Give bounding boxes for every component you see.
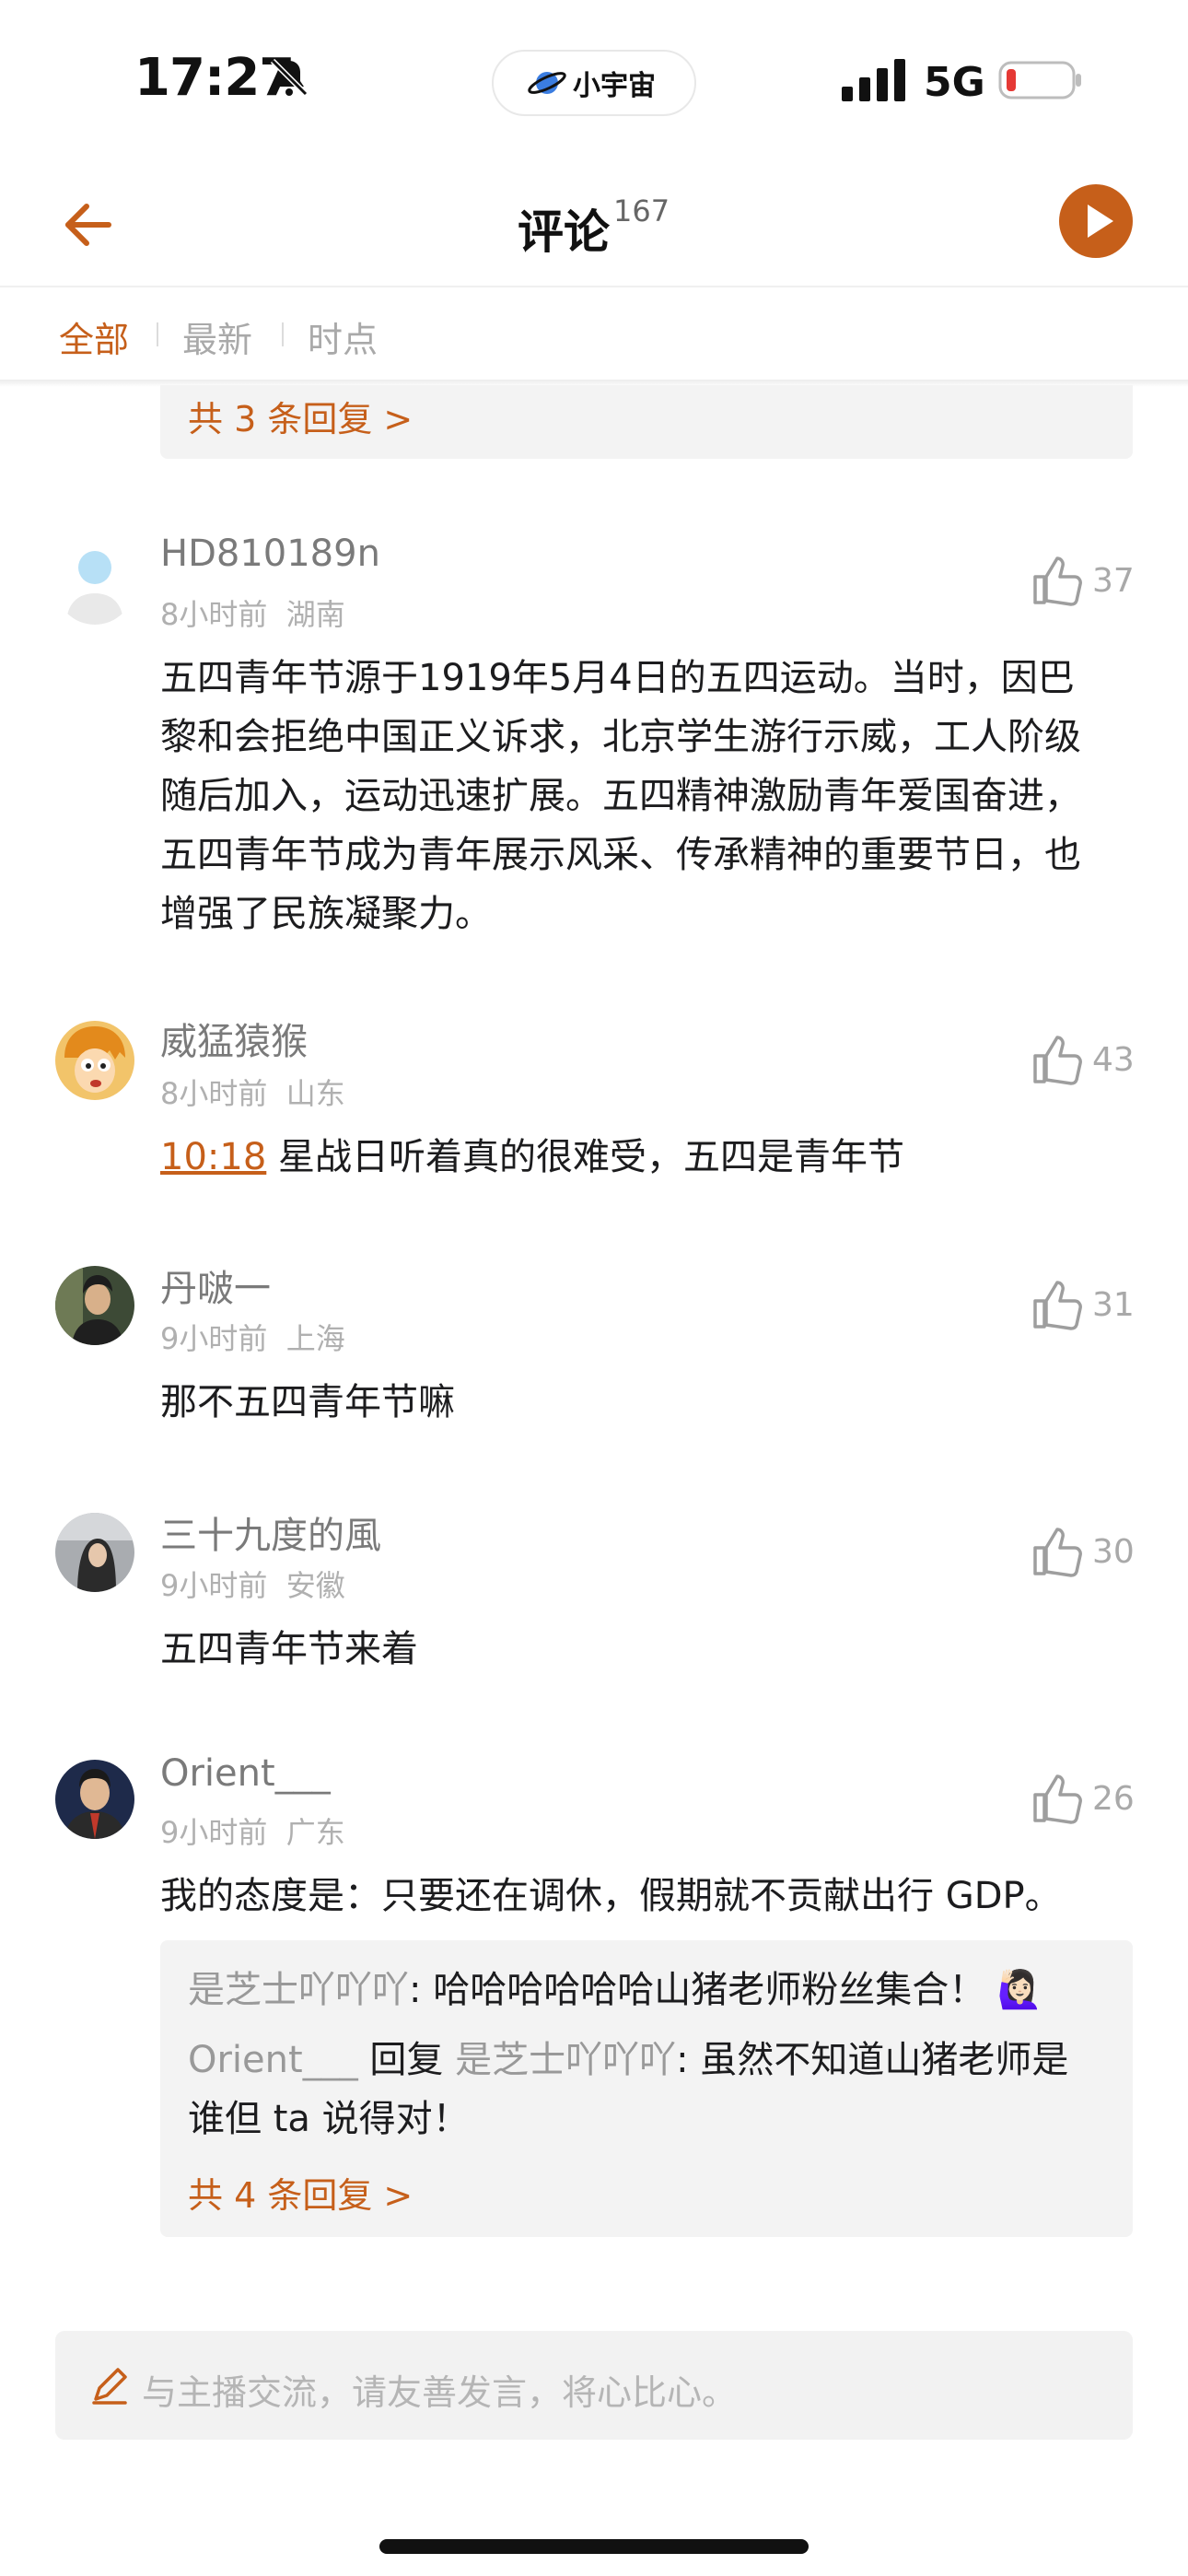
comment-text: 五四青年节源于1919年5月4日的五四运动。当时，因巴 黎和会拒绝中国正义诉求，… <box>160 649 1136 943</box>
battery-icon <box>998 61 1081 100</box>
comment-username[interactable]: HD810189n <box>160 533 380 575</box>
like-count: 43 <box>1092 1041 1135 1079</box>
avatar[interactable] <box>55 1021 134 1100</box>
reply-separator: : <box>676 2039 701 2081</box>
comment-username[interactable]: 三十九度的風 <box>160 1505 381 1559</box>
comment-line: 随后加入，运动迅速扩展。五四精神激励青年爱国奋进， <box>160 775 1081 817</box>
comment-username[interactable]: Orient___ <box>160 1752 331 1795</box>
comment-username[interactable]: 威猛猿猴 <box>160 1012 308 1065</box>
reply-separator: : <box>409 1969 434 2011</box>
back-arrow-icon[interactable] <box>63 199 114 251</box>
comment-meta: 9小时前 安徽 <box>160 1563 345 1605</box>
comment-text: 五四青年节来着 <box>160 1628 418 1670</box>
comment-region: 安徽 <box>285 1568 345 1603</box>
planet-logo-icon <box>528 72 566 94</box>
comment-line: 增强了民族凝聚力。 <box>160 893 492 935</box>
comment-meta: 9小时前 上海 <box>160 1316 345 1358</box>
play-button[interactable] <box>1059 184 1133 258</box>
reply-connector: 回复 <box>357 2039 456 2081</box>
comment-time: 9小时前 <box>160 1815 268 1850</box>
avatar[interactable] <box>55 1513 134 1592</box>
more-replies-link[interactable]: 共 3 条回复 > <box>188 391 413 441</box>
comment-text: 10:18 星战日听着真的很难受，五四是青年节 <box>160 1128 1136 1187</box>
woman-raising-hand-emoji-icon: 🙋🏻‍♀️ <box>996 1969 1043 2011</box>
home-indicator[interactable] <box>379 2539 809 2554</box>
comment-time: 9小时前 <box>160 1321 268 1356</box>
page-title: 评论 <box>518 205 610 259</box>
comment-username[interactable]: 丹啵一 <box>160 1259 271 1312</box>
input-placeholder: 与主播交流，请友善发言，将心比心。 <box>142 2372 738 2413</box>
comment-time: 8小时前 <box>160 1076 268 1111</box>
reply-text: 哈哈哈哈哈哈山猪老师粉丝集合！ <box>433 1969 986 2011</box>
comment-meta: 8小时前 湖南 <box>160 591 345 634</box>
reply-item[interactable]: Orient___ 回复 是芝士吖吖吖: 虽然不知道山猪老师是 <box>188 2031 1118 2090</box>
comment-region: 山东 <box>285 1076 345 1111</box>
comment-meta: 8小时前 山东 <box>160 1071 345 1113</box>
thumbs-up-icon[interactable] <box>1030 553 1085 608</box>
thumbs-up-icon[interactable] <box>1030 1277 1085 1332</box>
pencil-icon <box>92 2368 127 2405</box>
reply-author[interactable]: 是芝士吖吖吖 <box>188 1969 409 2011</box>
comment-text: 那不五四青年节嘛 <box>160 1381 455 1423</box>
comment-meta: 9小时前 广东 <box>160 1809 345 1852</box>
reply-target[interactable]: 是芝士吖吖吖 <box>455 2039 676 2081</box>
tab-divider <box>282 322 284 346</box>
header-divider <box>0 286 1188 287</box>
comment-time: 8小时前 <box>160 597 268 632</box>
like-count: 26 <box>1092 1780 1135 1818</box>
like-count: 30 <box>1092 1533 1135 1571</box>
comment-region: 上海 <box>285 1321 345 1356</box>
comment-line: 五四青年节源于1919年5月4日的五四运动。当时，因巴 <box>160 657 1075 699</box>
reply-text-continued: 谁但 ta 说得对！ <box>188 2098 470 2140</box>
comment-count: 167 <box>613 193 670 228</box>
reply-text: 虽然不知道山猪老师是 <box>700 2039 1069 2081</box>
comment-time: 9小时前 <box>160 1568 268 1603</box>
tab-all[interactable]: 全部 <box>59 311 129 362</box>
comment-region: 湖南 <box>285 597 345 632</box>
avatar[interactable] <box>55 1266 134 1345</box>
comment-line: 黎和会拒绝中国正义诉求，北京学生游行示威，工人阶级 <box>160 716 1081 758</box>
reply-author[interactable]: Orient___ <box>188 2039 358 2081</box>
comment-line: 五四青年节成为青年展示风采、传承精神的重要节日，也 <box>160 834 1081 876</box>
like-count: 37 <box>1092 562 1135 600</box>
bell-slash-icon <box>270 58 309 97</box>
thumbs-up-icon[interactable] <box>1030 1032 1085 1087</box>
signal-icon <box>842 59 905 101</box>
timestamp-link[interactable]: 10:18 <box>160 1136 266 1178</box>
comment-region: 广东 <box>285 1815 345 1850</box>
tab-divider <box>157 322 158 346</box>
comment-body: 星战日听着真的很难受，五四是青年节 <box>278 1136 904 1178</box>
more-replies-link[interactable]: 共 4 条回复 > <box>188 2167 413 2218</box>
thumbs-up-icon[interactable] <box>1030 1771 1085 1826</box>
app-pill-label: 小宇宙 <box>573 70 656 102</box>
reply-item[interactable]: 是芝士吖吖吖: 哈哈哈哈哈哈山猪老师粉丝集合！ 🙋🏻‍♀️ <box>188 1961 1118 2020</box>
network-label: 5G <box>924 59 985 106</box>
comment-text: 我的态度是：只要还在调休，假期就不贡献出行 GDP。 <box>160 1875 1062 1917</box>
avatar[interactable] <box>55 1760 134 1839</box>
thumbs-up-icon[interactable] <box>1030 1524 1085 1579</box>
like-count: 31 <box>1092 1286 1135 1324</box>
tab-latest[interactable]: 最新 <box>182 311 252 362</box>
avatar[interactable] <box>55 545 134 625</box>
tab-timepoint[interactable]: 时点 <box>308 311 378 362</box>
